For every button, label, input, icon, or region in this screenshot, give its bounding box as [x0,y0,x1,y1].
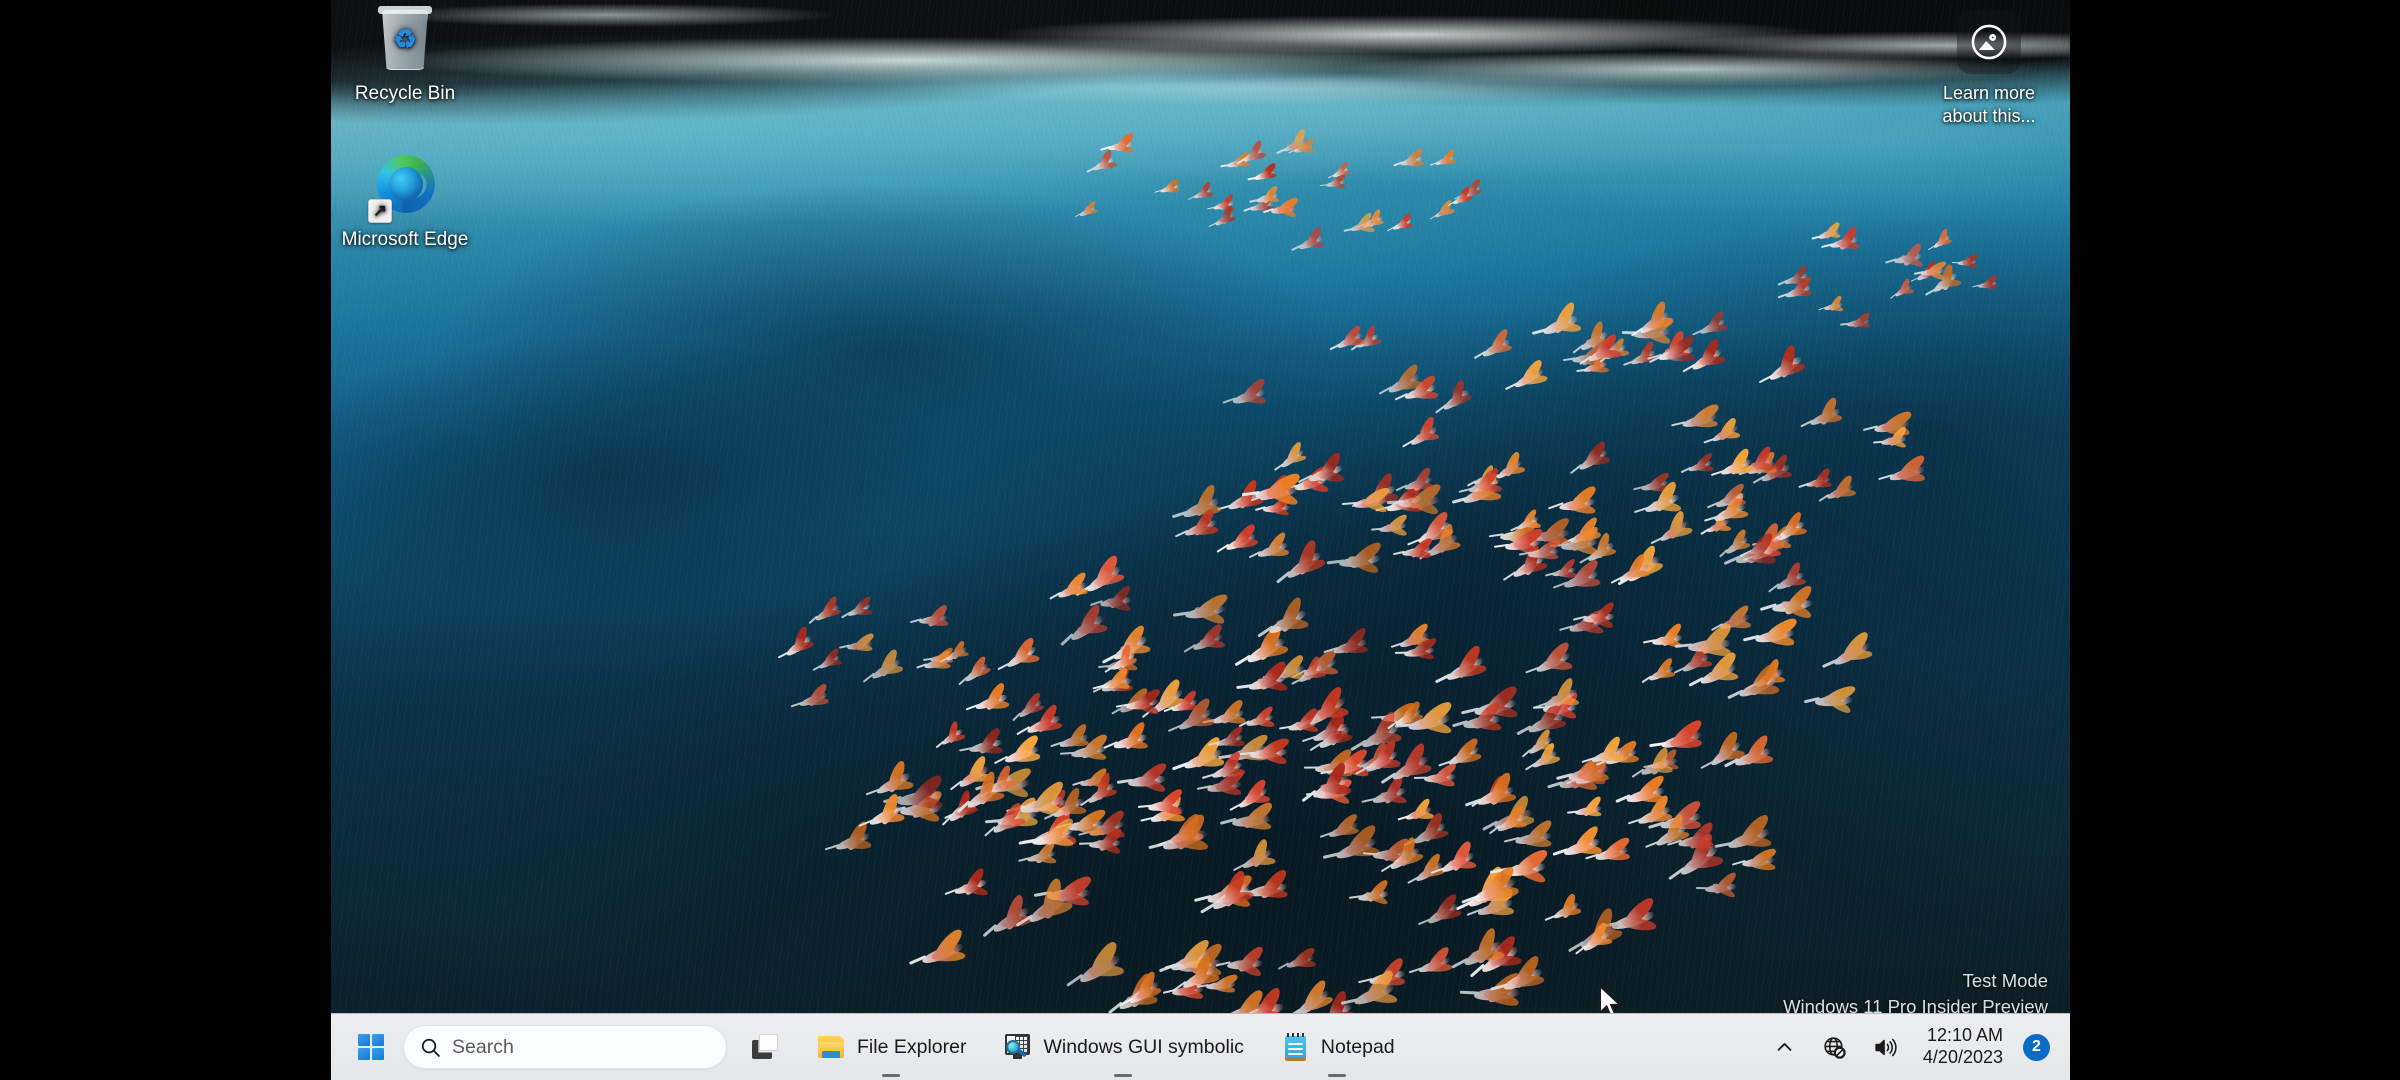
flamingo-flock [331,0,2070,1080]
tray-overflow-button[interactable] [1767,1027,1803,1067]
clock-date: 4/20/2023 [1922,1047,2003,1067]
watermark-line-1: Test Mode [1962,970,2048,992]
desktop-icon-microsoft-edge[interactable]: ↗ Microsoft Edge [339,149,471,251]
network-globe-blocked-icon [1824,1036,1847,1059]
notification-count: 2 [2032,1038,2041,1055]
notepad-icon [1280,1032,1310,1062]
desktop-wallpaper [331,0,2070,1080]
tray-volume-button[interactable] [1867,1027,1903,1067]
taskbar-app-label: File Explorer [857,1035,967,1058]
task-view-icon [750,1032,780,1062]
task-view-button[interactable] [737,1022,793,1072]
desktop-icon-recycle-bin[interactable]: ♻ Recycle Bin [339,6,471,105]
start-button[interactable] [349,1025,393,1069]
screen: ♻ Recycle Bin ↗ Microsoft Edge Learn mor… [0,0,2400,1080]
taskbar-clock[interactable]: 12:10 AM 4/20/2023 [1917,1022,2009,1072]
recycle-bin-icon: ♻ [370,6,440,76]
spotlight-learn-more[interactable]: Learn more about this... [1926,10,2052,127]
taskbar-app-label: Windows GUI symbolic [1043,1035,1244,1058]
search-icon [421,1038,440,1057]
taskbar-app-file-explorer[interactable]: File Explorer [803,1022,979,1072]
taskbar-app-notepad[interactable]: Notepad [1267,1022,1408,1072]
file-explorer-icon [816,1032,846,1062]
search-input[interactable]: Search [403,1025,727,1069]
shortcut-arrow-icon: ↗ [368,199,392,223]
tray-network-button[interactable] [1817,1027,1853,1067]
desktop-icon-label: Microsoft Edge [341,229,469,250]
windows-logo-icon [357,1033,385,1061]
desktop-icon-label: Recycle Bin [354,83,456,104]
spotlight-label: Learn more about this... [1942,83,2036,126]
gui-symbolic-icon [1002,1032,1032,1062]
taskbar[interactable]: Search File Explorer Windows GUI symboli… [331,1013,2070,1080]
search-placeholder: Search [452,1035,514,1058]
chevron-up-icon [1778,1042,1792,1051]
clock-time: 12:10 AM [1926,1025,2003,1046]
speaker-icon [1875,1038,1898,1056]
picture-icon [1957,10,2021,74]
edge-icon: ↗ [368,149,441,223]
taskbar-app-label: Notepad [1320,1035,1395,1058]
notification-badge-icon[interactable]: 2 [2023,1033,2050,1061]
desktop[interactable]: ♻ Recycle Bin ↗ Microsoft Edge Learn mor… [331,0,2070,1080]
taskbar-app-windows-gui-symbolic[interactable]: Windows GUI symbolic [989,1022,1256,1072]
